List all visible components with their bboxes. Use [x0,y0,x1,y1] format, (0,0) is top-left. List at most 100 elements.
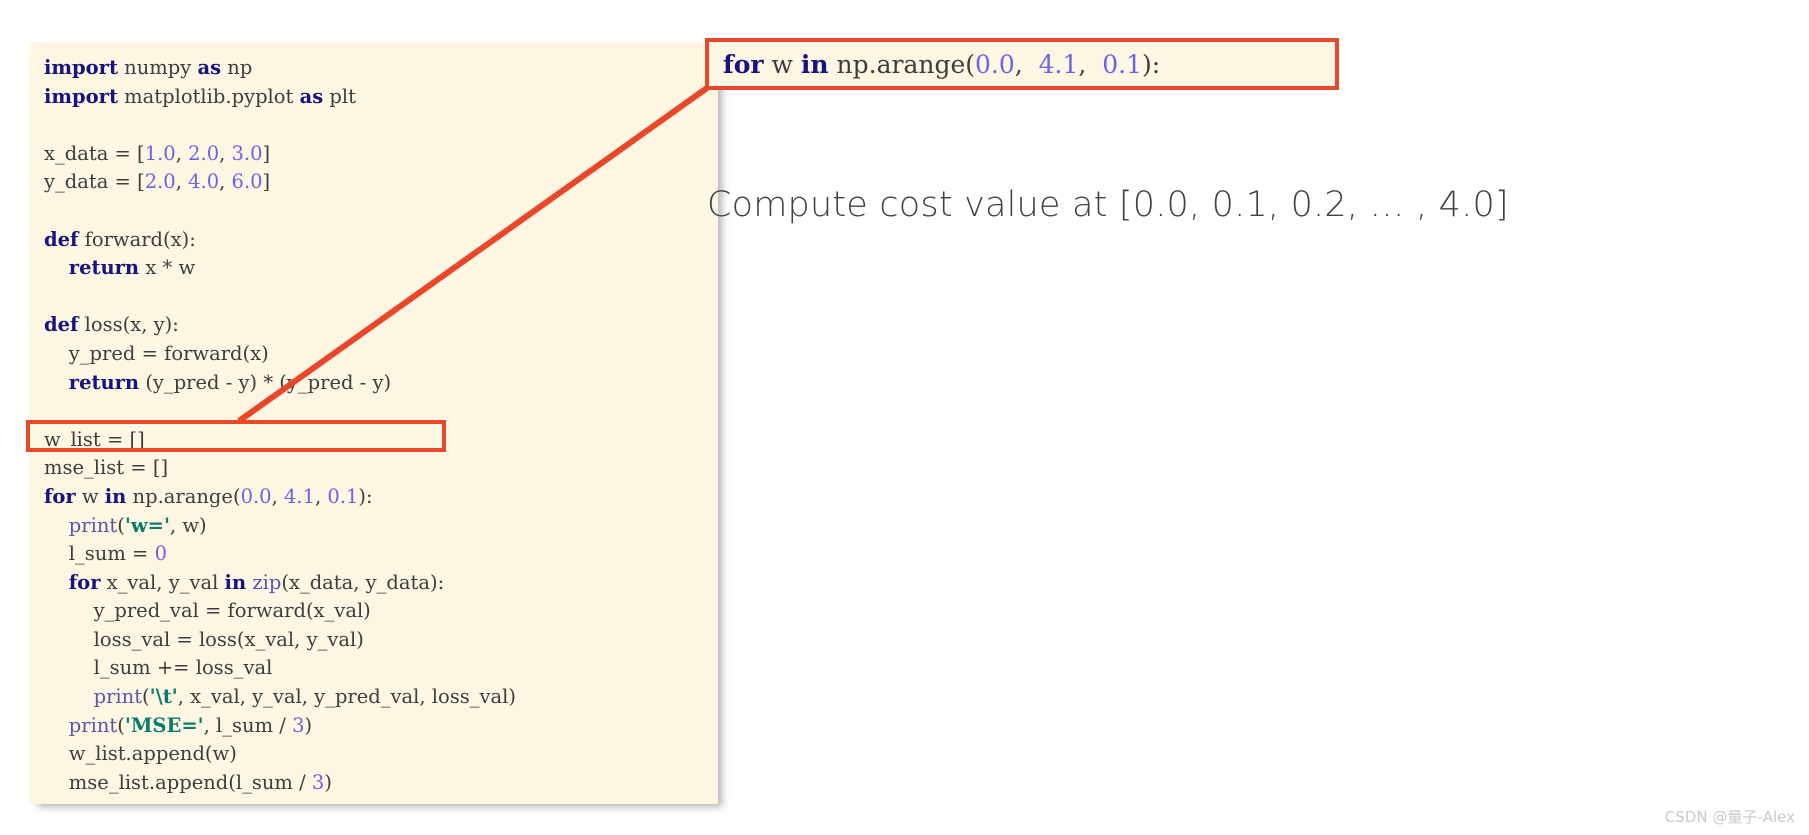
code-token: in [104,484,127,508]
code-line: print('\t', x_val, y_val, y_pred_val, lo… [44,683,516,712]
code-token: , [271,484,284,508]
for-line-highlight-box [26,420,446,452]
code-line: l_sum = 0 [44,540,516,569]
code-line: return (y_pred - y) * (y_pred - y) [44,369,516,398]
code-line: mse_list.append(l_sum / 3) [44,769,516,798]
code-token: (x_data, y_data): [281,570,445,594]
code-token: , [315,484,328,508]
code-line: for x_val, y_val in zip(x_data, y_data): [44,569,516,598]
code-token: 3 [311,770,325,794]
code-token: for [723,49,764,79]
code-token: 2.0 [188,141,220,165]
code-line: print('MSE=', l_sum / 3) [44,712,516,741]
code-token: y_pred_val = forward(x_val) [44,599,371,623]
code-token: 4.1 [1038,49,1079,79]
code-line: def forward(x): [44,226,516,255]
code-token: matplotlib.pyplot [117,84,300,108]
code-token: numpy [117,56,198,79]
code-token: 3.0 [231,141,263,165]
code-token: 0.0 [975,49,1015,79]
code-token: , w) [169,513,207,537]
code-token: 3 [292,713,305,737]
code-token: y_data = [ [44,170,145,194]
code-token: forward(x): [78,227,196,251]
code-token: 0 [154,542,167,566]
code-token: 4.0 [188,170,220,194]
code-token: zip [252,570,282,594]
watermark: CSDN @量子-Alex [1664,808,1795,826]
code-token: , [1078,49,1103,79]
code-token: x * w [139,256,196,280]
code-line: import matplotlib.pyplot as plt [44,83,516,112]
code-token: '\t' [149,685,178,709]
code-token: l_sum += loss_val [44,656,273,680]
code-token: return [68,370,140,394]
code-token: 0.1 [327,484,359,508]
code-line: loss_val = loss(x_val, y_val) [44,626,516,655]
code-line: def loss(x, y): [44,311,516,340]
code-token: ] [262,141,271,165]
code-token: 0.1 [1102,49,1142,79]
code-token: ): [358,484,373,508]
code-token: x_data = [ [44,141,145,165]
code-token: print [68,513,118,537]
code-token: , l_sum / [203,713,293,737]
code-line: for w in np.arange(0.0, 4.1, 0.1): [44,483,516,512]
code-token: w_list.append(w) [44,742,237,766]
code-token: in [800,49,829,79]
code-token: ): [1142,49,1161,79]
code-line: import numpy as np [44,54,516,83]
code-token: ) [324,770,332,794]
code-token: 0.0 [240,484,272,508]
code-token: in [224,570,247,594]
code-token: w [75,484,105,508]
code-token: as [197,56,222,79]
code-token: np.arange( [828,49,976,79]
code-token: for [44,484,76,508]
code-line: l_sum += loss_val [44,654,516,683]
code-token: , [175,141,189,165]
callout-box: for w in np.arange(0.0, 4.1, 0.1): [705,38,1339,90]
code-token: (y_pred - y) * (y_pred - y) [139,370,392,394]
code-token: ( [142,685,150,709]
code-token: 4.1 [283,484,315,508]
code-token: plt [323,84,356,108]
code-token: np.arange( [126,484,241,508]
code-token: return [68,256,140,280]
code-token: def [44,313,79,337]
page-title: Compute cost value at [0.0, 0.1, 0.2, … … [707,185,1509,225]
code-token: , [219,141,232,165]
code-token: import [44,84,118,108]
code-token: ( [117,513,125,537]
code-token: loss(x, y): [78,313,179,337]
code-line: w_list.append(w) [44,740,516,769]
code-line: return x * w [44,254,516,283]
code-token: def [44,227,79,251]
code-token: import [44,56,118,79]
code-token: 'MSE=' [124,713,204,737]
code-token: 1.0 [144,141,176,165]
code-line: y_data = [2.0, 4.0, 6.0] [44,168,516,197]
code-token: ) [304,713,313,737]
callout-code-text: for w in np.arange(0.0, 4.1, 0.1): [723,50,1160,79]
code-token: w [763,49,801,79]
code-token: np [221,56,253,79]
code-token: 'w=' [124,513,170,537]
code-line: y_pred_val = forward(x_val) [44,597,516,626]
code-token: ( [117,713,125,737]
code-token: , [175,170,189,194]
code-token: mse_list.append(l_sum / [44,770,312,794]
code-token: 2.0 [144,170,176,194]
code-line: x_data = [1.0, 2.0, 3.0] [44,140,516,169]
code-token: , x_val, y_val, y_pred_val, loss_val) [177,685,517,709]
code-line: mse_list = [] [44,454,516,483]
code-line: y_pred = forward(x) [44,340,516,369]
